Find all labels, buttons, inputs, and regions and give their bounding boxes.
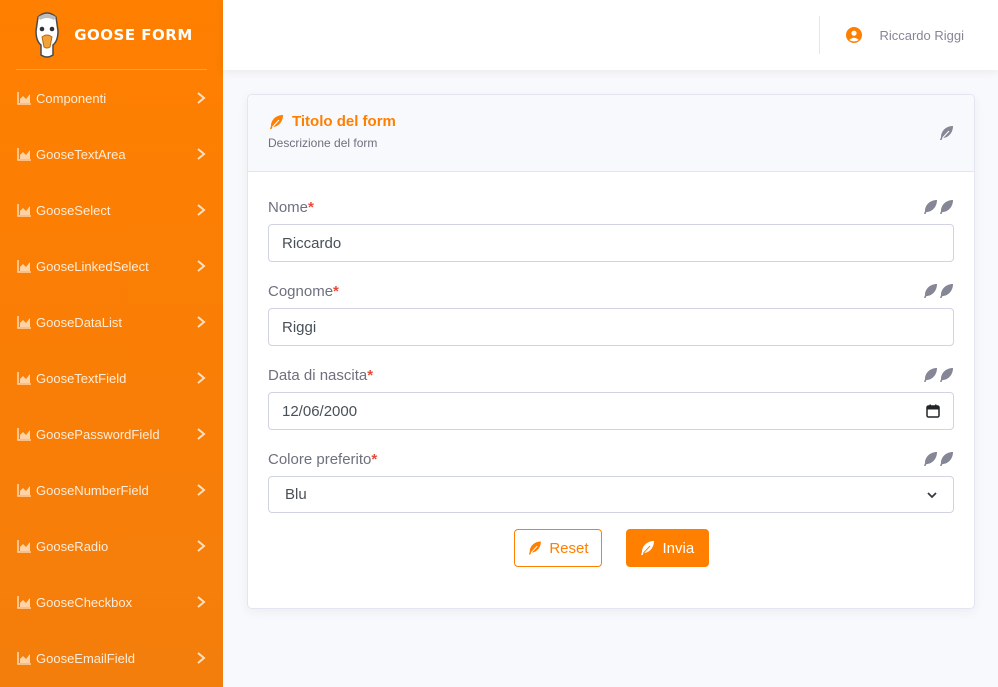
sidebar-item-gooselinkedselect[interactable]: GooseLinkedSelect — [0, 238, 223, 294]
sidebar-item-label: GooseTextArea — [36, 146, 126, 162]
double-feather-icon[interactable] — [922, 283, 954, 299]
form-card: Titolo del form Descrizione del form Nom… — [247, 94, 975, 609]
reset-button[interactable]: Reset — [513, 529, 602, 567]
form-description: Descrizione del form — [268, 136, 378, 150]
sidebar-item-label: GoosePasswordField — [36, 426, 160, 442]
field-label: Data di nascita* — [268, 366, 374, 384]
chevron-right-icon — [197, 92, 206, 104]
chevron-right-icon — [197, 260, 206, 272]
field-cognome: Cognome* Riggi — [268, 282, 954, 346]
chart-area-icon — [17, 204, 31, 217]
sidebar-item-label: GooseNumberField — [36, 482, 149, 498]
chart-area-icon — [17, 652, 31, 665]
user-circle-icon — [846, 27, 863, 43]
chevron-right-icon — [197, 372, 206, 384]
nome-input[interactable]: Riccardo — [268, 224, 954, 262]
chart-area-icon — [17, 316, 31, 329]
sidebar-item-goosecheckbox[interactable]: GooseCheckbox — [0, 574, 223, 630]
field-colore-preferito: Colore preferito* Blu — [268, 450, 954, 513]
double-feather-icon[interactable] — [922, 367, 954, 383]
chart-area-icon — [17, 484, 31, 497]
sidebar-nav: Componenti GooseTextArea GooseSelect Goo… — [0, 70, 223, 686]
sidebar-item-label: GooseDataList — [36, 314, 122, 330]
sidebar-item-goosedatalist[interactable]: GooseDataList — [0, 294, 223, 350]
calendar-icon[interactable] — [926, 404, 940, 418]
chart-area-icon — [17, 260, 31, 273]
reset-button-label: Reset — [549, 539, 589, 557]
sidebar-item-label: GooseLinkedSelect — [36, 258, 149, 274]
required-mark: * — [308, 198, 314, 216]
sidebar-item-goosetextfield[interactable]: GooseTextField — [0, 350, 223, 406]
chart-area-icon — [17, 372, 31, 385]
chevron-right-icon — [197, 652, 206, 664]
field-label: Nome* — [268, 198, 314, 216]
chart-area-icon — [17, 148, 31, 161]
sidebar: GOOSE FORM Componenti GooseTextArea Goos… — [0, 0, 223, 687]
chevron-right-icon — [197, 428, 206, 440]
submit-button[interactable]: Invia — [625, 529, 709, 567]
data-di-nascita-input[interactable]: 12/06/2000 — [268, 392, 954, 430]
form-card-header: Titolo del form Descrizione del form — [248, 95, 974, 172]
sidebar-item-label: GooseRadio — [36, 538, 109, 554]
chevron-right-icon — [197, 204, 206, 216]
topbar-divider — [819, 16, 821, 54]
user-menu[interactable]: Riccardo Riggi — [846, 27, 964, 43]
sidebar-item-label: GooseCheckbox — [36, 594, 133, 610]
form-body: Nome* Riccardo Cognome* Riggi Data di na… — [248, 172, 974, 567]
sidebar-item-goosepasswordfield[interactable]: GoosePasswordField — [0, 406, 223, 462]
sidebar-item-label: GooseTextField — [36, 370, 127, 386]
feather-icon — [640, 541, 654, 555]
form-actions: Reset Invia — [268, 529, 954, 567]
field-data-di-nascita: Data di nascita* 12/06/2000 — [268, 366, 954, 430]
chart-area-icon — [17, 596, 31, 609]
chart-area-icon — [17, 428, 31, 441]
sidebar-item-label: GooseSelect — [36, 202, 111, 218]
submit-button-label: Invia — [662, 539, 695, 557]
chart-area-icon — [17, 540, 31, 553]
required-mark: * — [333, 282, 339, 300]
chart-area-icon — [17, 92, 31, 105]
chevron-right-icon — [197, 540, 206, 552]
form-title: Titolo del form — [268, 113, 954, 130]
topbar: Riccardo Riggi — [223, 0, 998, 70]
feather-icon[interactable] — [938, 125, 954, 141]
double-feather-icon[interactable] — [922, 451, 954, 467]
cognome-input[interactable]: Riggi — [268, 308, 954, 346]
chevron-right-icon — [197, 316, 206, 328]
chevron-right-icon — [197, 484, 206, 496]
sidebar-item-componenti[interactable]: Componenti — [0, 70, 223, 126]
sidebar-item-gooseemailfield[interactable]: GooseEmailField — [0, 630, 223, 686]
field-nome: Nome* Riccardo — [268, 198, 954, 262]
colore-preferito-select[interactable]: Blu — [268, 476, 954, 513]
sidebar-item-gooseselect[interactable]: GooseSelect — [0, 182, 223, 238]
chevron-right-icon — [197, 596, 206, 608]
double-feather-icon[interactable] — [922, 199, 954, 215]
sidebar-item-gooseradio[interactable]: GooseRadio — [0, 518, 223, 574]
chevron-down-icon — [927, 491, 937, 498]
field-label: Cognome* — [268, 282, 339, 300]
feather-icon — [270, 114, 283, 129]
required-mark: * — [371, 450, 378, 468]
form-title-text: Titolo del form — [292, 113, 396, 130]
feather-icon — [528, 541, 541, 555]
sidebar-item-goosenumberfield[interactable]: GooseNumberField — [0, 462, 223, 518]
sidebar-item-label: Componenti — [36, 90, 107, 106]
chevron-right-icon — [197, 148, 206, 160]
brand-name: GOOSE FORM — [74, 25, 193, 44]
brand[interactable]: GOOSE FORM — [16, 0, 207, 70]
user-name: Riccardo Riggi — [879, 27, 964, 43]
goose-logo-icon — [35, 11, 59, 58]
sidebar-item-goosetextarea[interactable]: GooseTextArea — [0, 126, 223, 182]
required-mark: * — [367, 366, 374, 384]
sidebar-item-label: GooseEmailField — [36, 650, 135, 666]
field-label: Colore preferito* — [268, 450, 378, 468]
